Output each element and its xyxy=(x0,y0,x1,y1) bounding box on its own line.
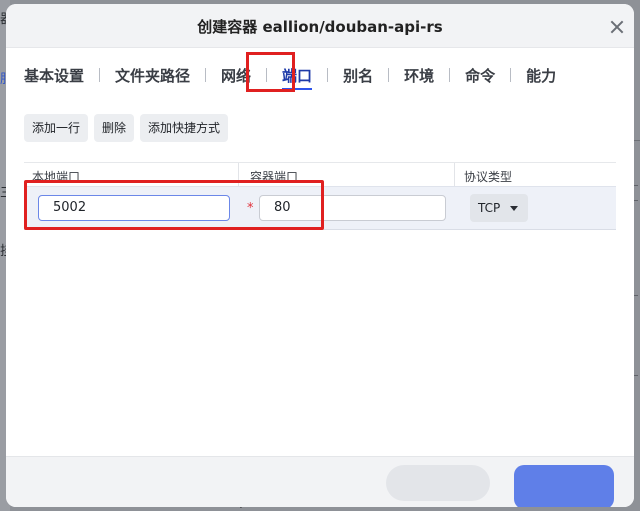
confirm-button[interactable] xyxy=(514,465,614,507)
create-container-dialog: 创建容器 eallion/douban-api-rs 基本设置 文件夹路径 网络… xyxy=(6,4,634,507)
dialog-header: 创建容器 eallion/douban-api-rs xyxy=(6,4,634,48)
annotation-highlight-box xyxy=(24,180,324,230)
caret-down-icon xyxy=(510,206,518,211)
dialog-footer xyxy=(6,456,634,507)
port-toolbar: 添加一行 删除 添加快捷方式 xyxy=(24,114,229,142)
protocol-select[interactable]: TCP xyxy=(470,194,528,222)
column-divider xyxy=(454,163,455,187)
protocol-value: TCP xyxy=(478,201,501,215)
tab-folder-path[interactable]: 文件夹路径 xyxy=(113,65,192,86)
tab-divider xyxy=(449,68,451,82)
annotation-highlight-box xyxy=(246,52,295,92)
tab-environment[interactable]: 环境 xyxy=(402,65,436,86)
column-header-protocol: 协议类型 xyxy=(464,170,513,184)
dialog-title: 创建容器 eallion/douban-api-rs xyxy=(197,18,443,36)
tab-divider xyxy=(388,68,390,82)
delete-button[interactable]: 删除 xyxy=(94,114,135,142)
tab-divider xyxy=(205,68,207,82)
tab-alias[interactable]: 别名 xyxy=(341,65,375,86)
tab-command[interactable]: 命令 xyxy=(463,65,497,86)
tab-basic-settings[interactable]: 基本设置 xyxy=(22,65,86,86)
close-icon[interactable] xyxy=(610,20,624,34)
tab-divider xyxy=(327,68,329,82)
add-shortcut-button[interactable]: 添加快捷方式 xyxy=(140,114,229,142)
add-row-button[interactable]: 添加一行 xyxy=(24,114,89,142)
tab-capabilities[interactable]: 能力 xyxy=(524,65,558,86)
tab-divider xyxy=(99,68,101,82)
cancel-button[interactable] xyxy=(386,465,490,501)
tab-divider xyxy=(510,68,512,82)
